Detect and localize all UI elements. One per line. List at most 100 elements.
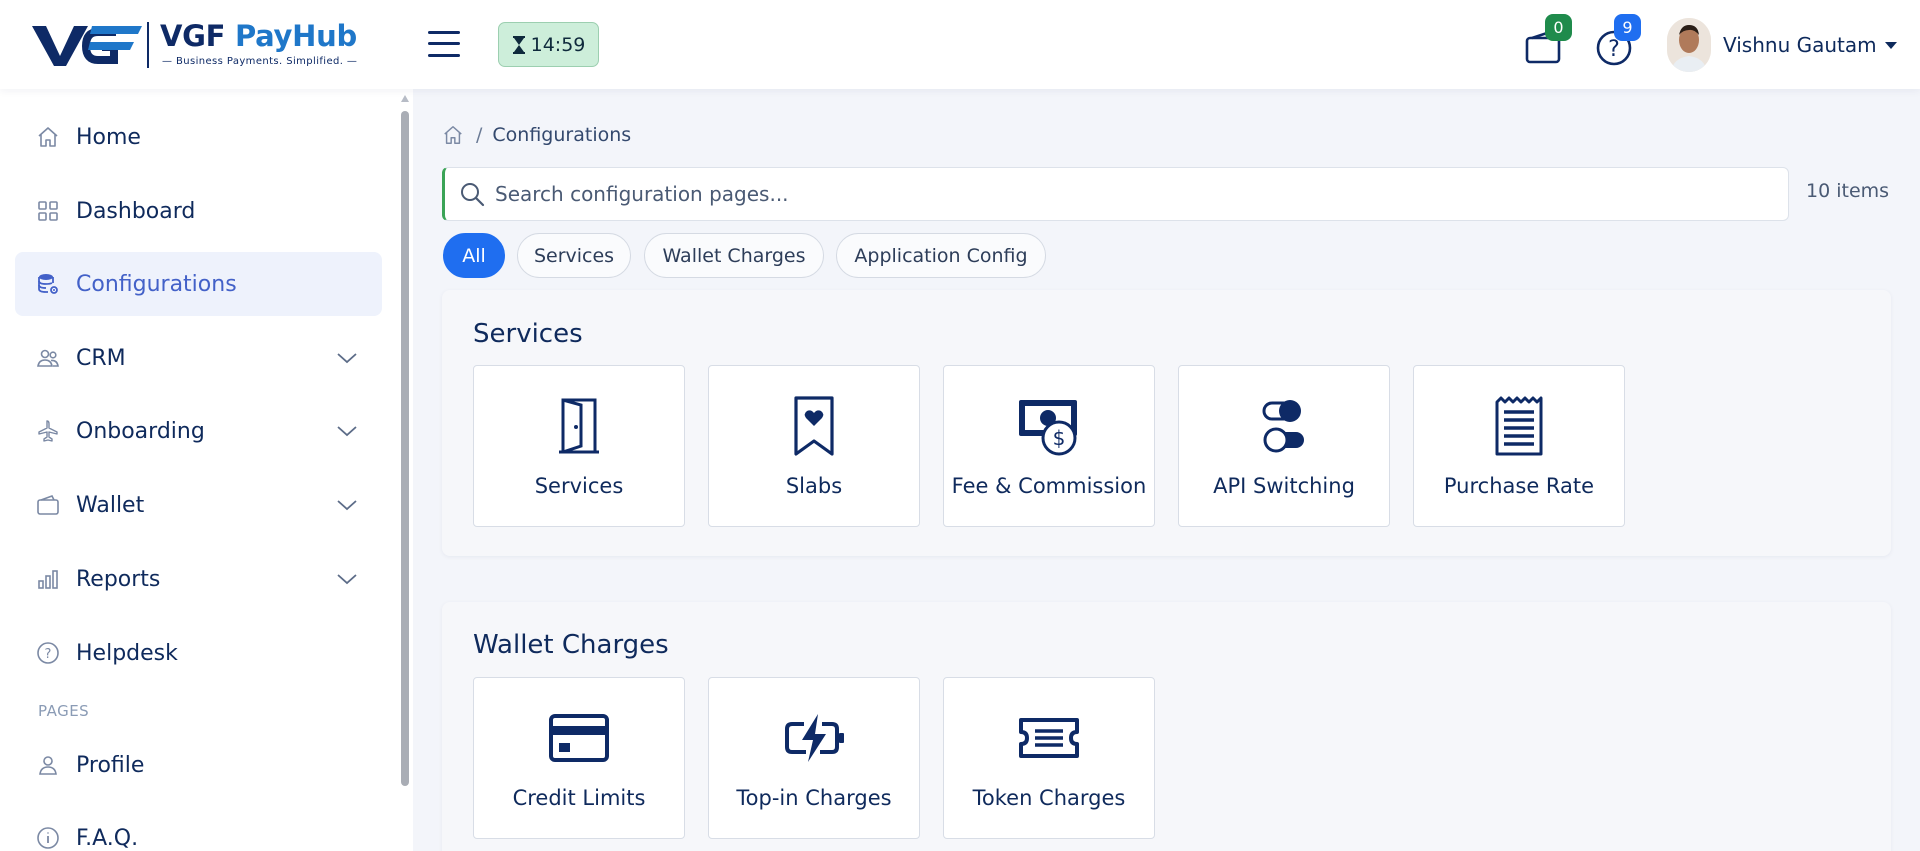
tile-label: Purchase Rate bbox=[1443, 474, 1595, 498]
chevron-down-icon bbox=[1884, 41, 1897, 49]
brand-name: VGF PayHub bbox=[160, 19, 357, 53]
help-circle-icon: ? bbox=[37, 642, 59, 664]
tile-fee-commission[interactable]: $ Fee & Commission bbox=[943, 365, 1155, 527]
user-name: Vishnu Gautam bbox=[1723, 33, 1877, 57]
sidebar-item-label: Home bbox=[76, 124, 141, 150]
brand-logo[interactable]: VGF PayHub — Business Payments. Simplifi… bbox=[30, 16, 360, 74]
battery-charging-icon bbox=[785, 714, 844, 762]
bookmark-heart-icon bbox=[794, 396, 834, 456]
session-timer: 14:59 bbox=[498, 22, 599, 67]
section-title: Services bbox=[473, 319, 583, 349]
tile-label: Top-in Charges bbox=[736, 786, 892, 810]
scrollbar-thumb[interactable] bbox=[401, 111, 409, 786]
tile-label: Token Charges bbox=[972, 786, 1126, 810]
vgf-logo-mark-icon bbox=[32, 26, 142, 66]
hourglass-icon bbox=[512, 35, 525, 54]
filter-chip-wallet-charges[interactable]: Wallet Charges bbox=[644, 233, 824, 278]
filter-chip-all[interactable]: All bbox=[443, 233, 505, 278]
sidebar-item-onboarding[interactable]: Onboarding bbox=[15, 399, 382, 463]
sidebar-section-heading: PAGES bbox=[38, 702, 90, 720]
brand-tagline: — Business Payments. Simplified. — bbox=[162, 56, 358, 67]
tile-credit-limits[interactable]: Credit Limits bbox=[473, 677, 685, 839]
home-icon bbox=[38, 127, 58, 147]
help-button[interactable]: ? 9 bbox=[1592, 14, 1641, 68]
sidebar-item-home[interactable]: Home bbox=[15, 105, 382, 169]
chevron-down-icon bbox=[337, 500, 357, 511]
chevron-down-icon bbox=[337, 426, 357, 437]
door-icon bbox=[559, 398, 599, 454]
tile-label: Slabs bbox=[785, 474, 843, 498]
tile-api-switching[interactable]: API Switching bbox=[1178, 365, 1390, 527]
grid-icon bbox=[38, 201, 58, 221]
sidebar-item-faq[interactable]: F.A.Q. bbox=[15, 806, 382, 851]
toggle-switch-icon bbox=[1262, 400, 1304, 453]
svg-text:$: $ bbox=[1053, 426, 1066, 450]
brand-name-secondary: PayHub bbox=[234, 19, 357, 53]
database-settings-icon bbox=[38, 274, 58, 294]
breadcrumb-separator: / bbox=[476, 124, 483, 146]
info-circle-icon bbox=[37, 827, 59, 849]
chevron-down-icon bbox=[337, 574, 357, 585]
tile-token-charges[interactable]: Token Charges bbox=[943, 677, 1155, 839]
timer-value: 14:59 bbox=[530, 33, 586, 56]
sidebar-item-configurations[interactable]: Configurations bbox=[15, 252, 382, 316]
cash-dollar-icon: $ bbox=[1019, 400, 1077, 456]
sidebar-item-helpdesk[interactable]: ? Helpdesk bbox=[15, 621, 382, 685]
sidebar-scrollbar[interactable] bbox=[398, 93, 412, 793]
sidebar-item-wallet[interactable]: Wallet bbox=[15, 473, 382, 537]
logo-separator bbox=[147, 22, 149, 68]
sidebar-item-label: Onboarding bbox=[76, 418, 205, 444]
search-input[interactable] bbox=[495, 182, 1788, 206]
users-icon bbox=[37, 349, 59, 367]
sidebar-item-label: Wallet bbox=[76, 492, 145, 518]
sidebar-item-dashboard[interactable]: Dashboard bbox=[15, 179, 382, 243]
sidebar: Home Dashboard Configurations CRM Onboar… bbox=[0, 89, 413, 851]
sidebar-item-label: CRM bbox=[76, 345, 126, 371]
breadcrumb-current: Configurations bbox=[492, 124, 632, 146]
bar-chart-icon bbox=[38, 570, 58, 589]
chevron-down-icon bbox=[337, 353, 357, 364]
tile-services[interactable]: Services bbox=[473, 365, 685, 527]
help-badge: 9 bbox=[1614, 14, 1641, 41]
tile-label: Services bbox=[534, 474, 624, 498]
user-menu[interactable]: Vishnu Gautam bbox=[1667, 18, 1897, 72]
sidebar-item-label: Profile bbox=[76, 752, 145, 778]
top-header: VGF PayHub — Business Payments. Simplifi… bbox=[0, 0, 1920, 89]
tile-top-in-charges[interactable]: Top-in Charges bbox=[708, 677, 920, 839]
sidebar-item-label: Reports bbox=[76, 566, 161, 592]
tile-label: Credit Limits bbox=[512, 786, 646, 810]
user-icon bbox=[39, 756, 57, 775]
avatar-photo bbox=[1667, 18, 1711, 72]
wallet-badge: 0 bbox=[1545, 14, 1572, 41]
sidebar-item-label: Dashboard bbox=[76, 198, 196, 224]
breadcrumb: / Configurations bbox=[442, 122, 631, 148]
sidebar-item-reports[interactable]: Reports bbox=[15, 547, 382, 611]
svg-text:?: ? bbox=[1608, 37, 1620, 62]
scroll-up-arrow-icon[interactable] bbox=[401, 95, 409, 102]
section-wallet-charges: Wallet Charges Credit Limits Top-in Char… bbox=[442, 602, 1891, 851]
credit-card-icon bbox=[549, 714, 609, 762]
sidebar-item-label: Configurations bbox=[76, 271, 237, 297]
user-avatar[interactable] bbox=[1667, 18, 1711, 72]
ticket-icon bbox=[1019, 718, 1079, 758]
sidebar-item-profile[interactable]: Profile bbox=[15, 733, 382, 797]
search-bar[interactable] bbox=[442, 167, 1789, 221]
airplane-icon bbox=[38, 420, 58, 442]
tile-slabs[interactable]: Slabs bbox=[708, 365, 920, 527]
filter-chip-application-config[interactable]: Application Config bbox=[836, 233, 1046, 278]
tile-purchase-rate[interactable]: Purchase Rate bbox=[1413, 365, 1625, 527]
filter-chip-services[interactable]: Services bbox=[517, 233, 631, 278]
tile-label: Fee & Commission bbox=[951, 474, 1147, 498]
sidebar-item-crm[interactable]: CRM bbox=[15, 326, 382, 390]
wallet-notification-button[interactable]: 0 bbox=[1522, 14, 1572, 68]
receipt-icon bbox=[1495, 396, 1543, 456]
svg-text:?: ? bbox=[45, 647, 52, 662]
breadcrumb-home-icon[interactable] bbox=[442, 124, 464, 146]
search-icon bbox=[461, 183, 485, 207]
item-count: 10 items bbox=[1806, 180, 1890, 202]
brand-name-primary: VGF bbox=[160, 19, 226, 53]
sidebar-item-label: F.A.Q. bbox=[76, 825, 139, 851]
section-title: Wallet Charges bbox=[473, 630, 669, 660]
hamburger-menu-icon[interactable] bbox=[426, 30, 462, 58]
wallet-icon bbox=[37, 495, 59, 515]
